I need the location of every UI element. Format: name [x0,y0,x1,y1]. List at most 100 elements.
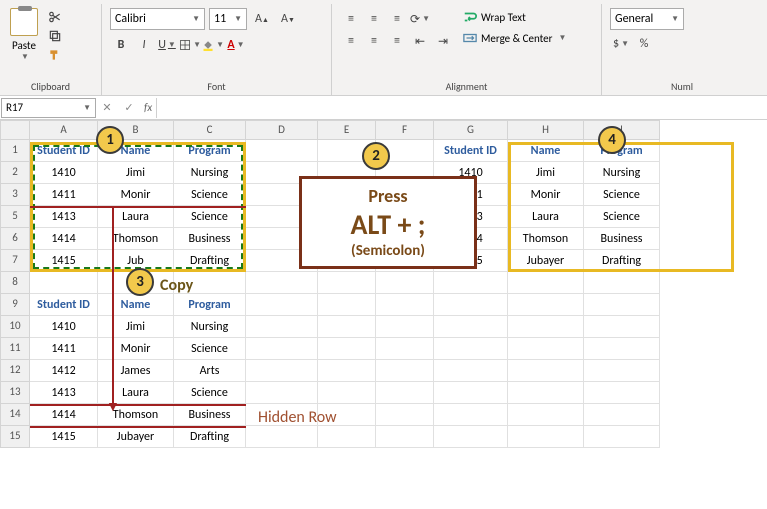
font-color-button[interactable]: A▼ [225,34,247,56]
cell-A9[interactable]: Student ID [30,294,98,316]
cell-B1[interactable]: Name [98,140,174,162]
cell-F3[interactable] [376,184,434,206]
cell-H8[interactable] [508,272,584,294]
cell-H12[interactable] [508,360,584,382]
cell-E12[interactable] [318,360,376,382]
row-header-10[interactable]: 10 [0,316,30,338]
format-painter-button[interactable] [44,46,66,64]
align-center-button[interactable]: ≡ [363,30,385,52]
cell-D15[interactable] [246,426,318,448]
align-top-button[interactable]: ≡ [340,8,362,30]
cell-F9[interactable] [376,294,434,316]
cell-D8[interactable] [246,272,318,294]
cell-F12[interactable] [376,360,434,382]
cell-C8[interactable] [174,272,246,294]
shrink-font-button[interactable]: A▼ [277,8,299,30]
cell-A13[interactable]: 1413 [30,382,98,404]
cell-C12[interactable]: Arts [174,360,246,382]
cell-C5[interactable]: Science [174,206,246,228]
row-header-7[interactable]: 7 [0,250,30,272]
font-name-select[interactable]: Calibri▼ [110,8,205,30]
cell-E7[interactable] [318,250,376,272]
cell-A1[interactable]: Student ID [30,140,98,162]
cell-G3[interactable]: 1411 [434,184,508,206]
cell-F15[interactable] [376,426,434,448]
cell-E11[interactable] [318,338,376,360]
cell-F2[interactable] [376,162,434,184]
cell-D1[interactable] [246,140,318,162]
cell-D3[interactable] [246,184,318,206]
cell-D5[interactable] [246,206,318,228]
col-header-D[interactable]: D [246,120,318,140]
indent-dec-button[interactable]: ⇤ [409,30,431,52]
cell-H5[interactable]: Laura [508,206,584,228]
paste-button[interactable]: Paste ▼ [6,6,42,66]
cell-G9[interactable] [434,294,508,316]
cell-C1[interactable]: Program [174,140,246,162]
cell-B6[interactable]: Thomson [98,228,174,250]
cell-I11[interactable] [584,338,660,360]
cell-E8[interactable] [318,272,376,294]
cut-button[interactable] [44,8,66,26]
cell-C11[interactable]: Science [174,338,246,360]
fill-color-button[interactable]: ▼ [202,34,224,56]
cell-B3[interactable]: Monir [98,184,174,206]
cell-C6[interactable]: Business [174,228,246,250]
cell-A3[interactable]: 1411 [30,184,98,206]
cell-B12[interactable]: James [98,360,174,382]
cell-B15[interactable]: Jubayer [98,426,174,448]
row-header-13[interactable]: 13 [0,382,30,404]
number-format-select[interactable]: General▼ [610,8,684,30]
cell-F7[interactable] [376,250,434,272]
row-header-1[interactable]: 1 [0,140,30,162]
align-left-button[interactable]: ≡ [340,30,362,52]
cell-B10[interactable]: Jimi [98,316,174,338]
cell-I9[interactable] [584,294,660,316]
cell-F1[interactable] [376,140,434,162]
row-header-11[interactable]: 11 [0,338,30,360]
cell-I14[interactable] [584,404,660,426]
align-bottom-button[interactable]: ≡ [386,8,408,30]
cell-H13[interactable] [508,382,584,404]
cell-E1[interactable] [318,140,376,162]
cell-E13[interactable] [318,382,376,404]
cell-A8[interactable] [30,272,98,294]
grow-font-button[interactable]: A▲ [251,8,273,30]
cell-A2[interactable]: 1410 [30,162,98,184]
select-all-corner[interactable] [0,120,30,140]
cell-A6[interactable]: 1414 [30,228,98,250]
cell-D11[interactable] [246,338,318,360]
cell-E6[interactable] [318,228,376,250]
cell-D2[interactable] [246,162,318,184]
cell-A15[interactable]: 1415 [30,426,98,448]
cell-B7[interactable]: Jub [98,250,174,272]
percent-button[interactable]: % [633,33,655,55]
cell-I12[interactable] [584,360,660,382]
col-header-C[interactable]: C [174,120,246,140]
col-header-H[interactable]: H [508,120,584,140]
cell-G2[interactable]: 1410 [434,162,508,184]
cell-G11[interactable] [434,338,508,360]
col-header-G[interactable]: G [434,120,508,140]
cell-F13[interactable] [376,382,434,404]
cell-H9[interactable] [508,294,584,316]
col-header-E[interactable]: E [318,120,376,140]
underline-button[interactable]: U▼ [156,34,178,56]
name-box[interactable]: R17▼ [1,98,96,118]
cell-F5[interactable] [376,206,434,228]
cell-A14[interactable]: 1414 [30,404,98,426]
enter-button[interactable]: ✓ [118,101,140,114]
cell-E3[interactable] [318,184,376,206]
cell-C13[interactable]: Science [174,382,246,404]
cell-C3[interactable]: Science [174,184,246,206]
cell-G6[interactable]: 1414 [434,228,508,250]
row-header-15[interactable]: 15 [0,426,30,448]
cell-B13[interactable]: Laura [98,382,174,404]
cell-G15[interactable] [434,426,508,448]
cell-D9[interactable] [246,294,318,316]
align-right-button[interactable]: ≡ [386,30,408,52]
cell-H2[interactable]: Jimi [508,162,584,184]
wrap-text-button[interactable]: Wrap Text [460,8,569,26]
currency-button[interactable]: $▼ [610,33,632,55]
cell-G7[interactable]: 1415 [434,250,508,272]
